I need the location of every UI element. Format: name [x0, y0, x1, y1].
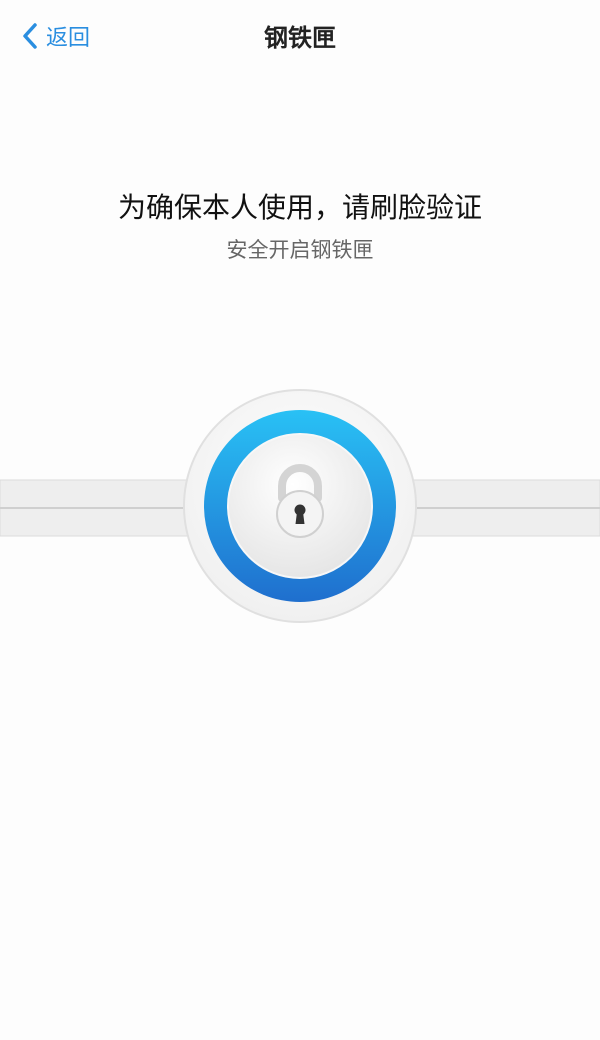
vault-bar-right — [399, 479, 600, 537]
nav-bar: 返回 钢铁匣 — [0, 0, 600, 72]
page-title: 钢铁匣 — [264, 24, 336, 52]
vault-bar-left — [0, 479, 201, 537]
verification-subtitle: 安全开启钢铁匣 — [226, 238, 374, 262]
verification-headline: 为确保本人使用，请刷脸验证 — [117, 191, 482, 224]
vault-lock-graphic — [0, 389, 600, 623]
